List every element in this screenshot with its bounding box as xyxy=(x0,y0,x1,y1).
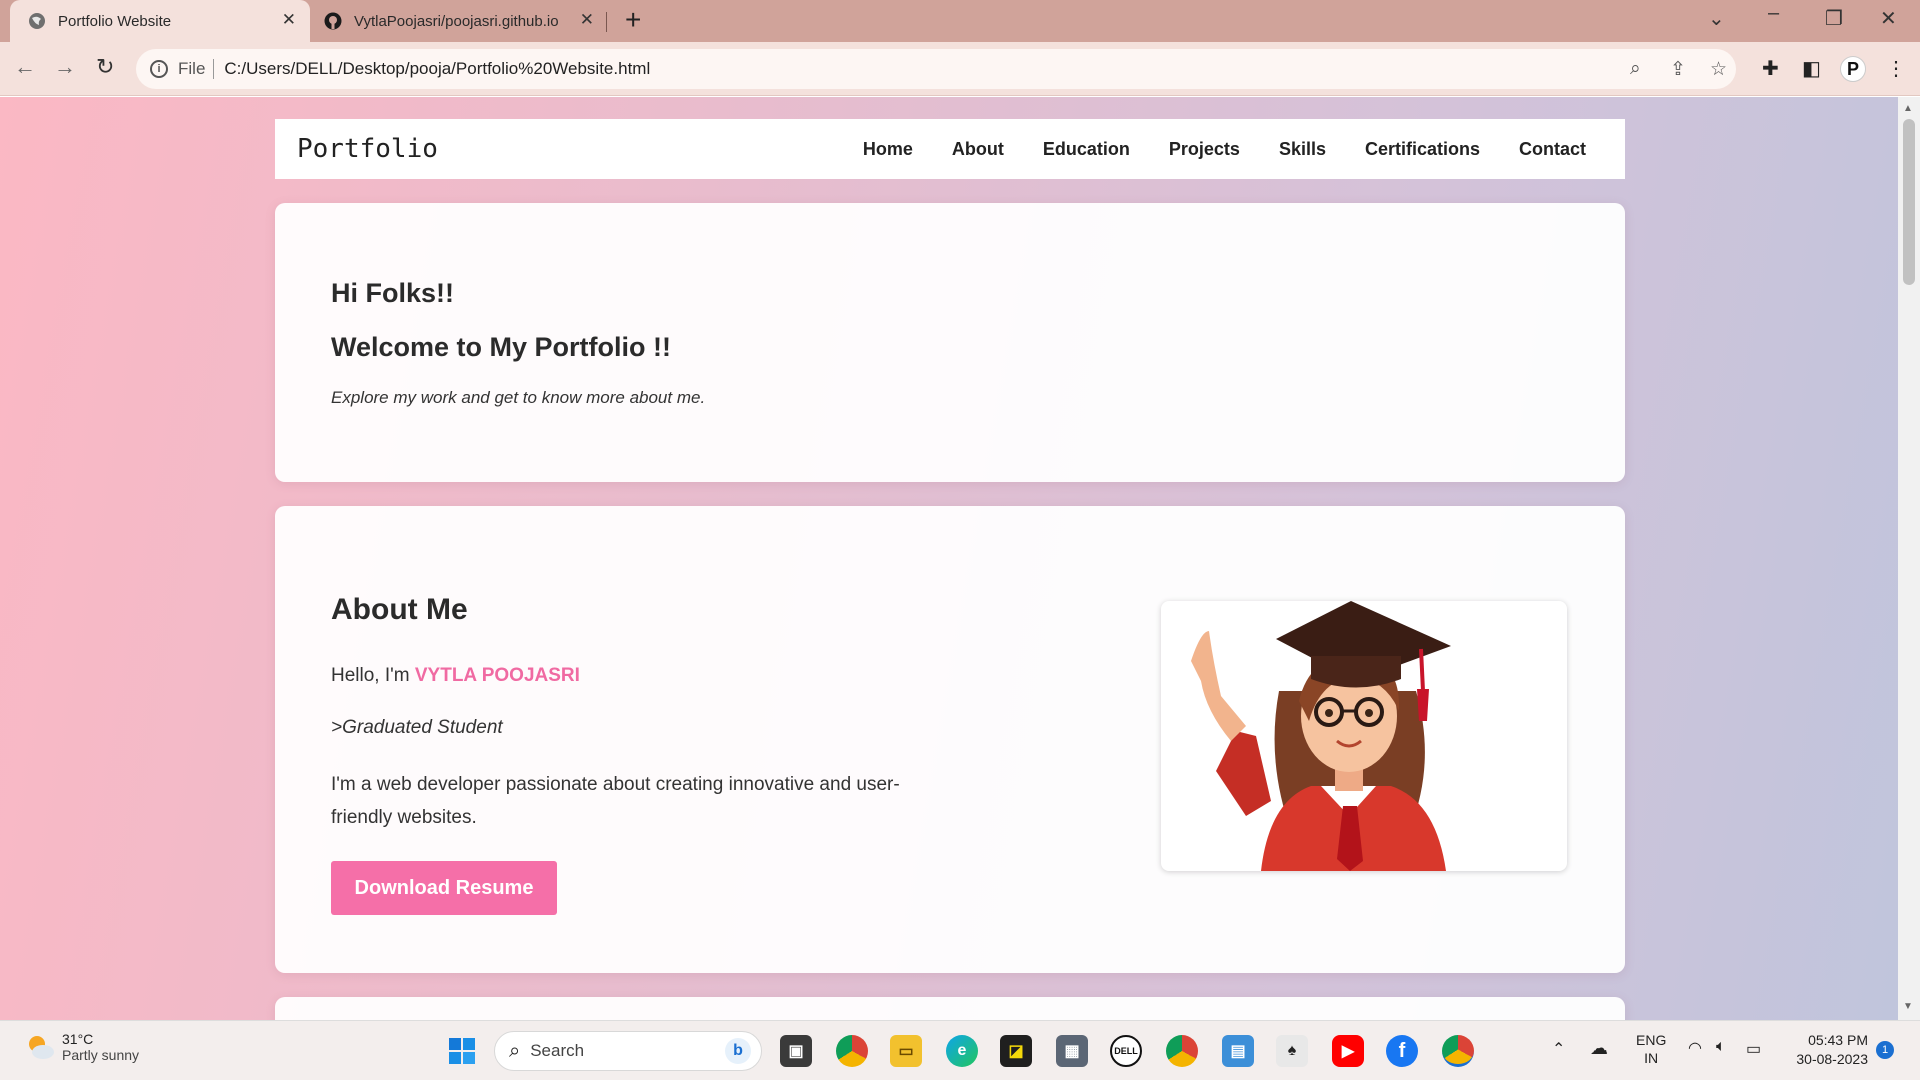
edge-icon[interactable]: e xyxy=(946,1035,978,1067)
clock-time: 05:43 PM xyxy=(1808,1032,1868,1048)
forward-icon[interactable]: → xyxy=(54,54,76,80)
nav-about[interactable]: About xyxy=(952,139,1004,160)
about-role: >Graduated Student xyxy=(331,717,503,738)
clock[interactable]: 05:43 PM 30-08-2023 xyxy=(1788,1031,1868,1069)
tab-github[interactable]: VytlaPoojasri/poojasri.github.io ✕ xyxy=(318,0,608,42)
facebook-icon[interactable]: f xyxy=(1386,1035,1418,1067)
control-panel-icon[interactable]: ▤ xyxy=(1222,1035,1254,1067)
dell-icon[interactable]: DELL xyxy=(1110,1035,1142,1067)
chrome-profile-icon[interactable] xyxy=(836,1035,868,1067)
profile-illustration xyxy=(1161,601,1567,871)
site-header: Portfolio Home About Education Projects … xyxy=(275,119,1625,179)
windows-start-icon[interactable] xyxy=(446,1035,478,1067)
extensions-icon[interactable]: ✚ xyxy=(1762,56,1779,81)
language-indicator[interactable]: ENG IN xyxy=(1636,1031,1666,1067)
battery-icon[interactable]: ▭ xyxy=(1746,1039,1761,1059)
solitaire-icon[interactable]: ♠ xyxy=(1276,1035,1308,1067)
volume-icon[interactable]: 🔈︎ xyxy=(1716,1038,1726,1056)
address-bar[interactable]: i File C:/Users/DELL/Desktop/pooja/Portf… xyxy=(136,49,1736,89)
nav-projects[interactable]: Projects xyxy=(1169,139,1240,160)
scheme-label: File xyxy=(178,59,206,78)
page-scrollbar[interactable]: ▲ ▼ xyxy=(1898,97,1920,1020)
page-viewport: Portfolio Home About Education Projects … xyxy=(0,97,1898,1020)
close-window-icon[interactable]: ✕ xyxy=(1880,6,1897,31)
hero-greeting: Hi Folks!! xyxy=(331,278,455,308)
bing-icon[interactable]: b xyxy=(725,1038,751,1064)
close-tab-icon[interactable]: ✕ xyxy=(282,10,296,30)
hello-prefix: Hello, I'm xyxy=(331,665,415,686)
file-explorer-icon[interactable]: ▭ xyxy=(890,1035,922,1067)
tab-title: Portfolio Website xyxy=(58,12,172,30)
clock-date: 30-08-2023 xyxy=(1796,1051,1868,1067)
reload-icon[interactable]: ↻ xyxy=(96,54,114,80)
taskbar: 31°C Partly sunny ⌕ Search b ▣ ▭ e ◪ ▦ D… xyxy=(0,1020,1920,1080)
back-icon[interactable]: ← xyxy=(14,54,36,80)
scroll-thumb[interactable] xyxy=(1903,119,1915,285)
download-resume-button[interactable]: Download Resume xyxy=(331,861,557,915)
tab-search-chevron-icon[interactable]: ⌄ xyxy=(1708,6,1725,31)
weather-widget[interactable]: 31°C Partly sunny xyxy=(24,1031,139,1063)
zoom-icon[interactable]: ⌕ xyxy=(1630,58,1641,80)
site-nav: Home About Education Projects Skills Cer… xyxy=(824,119,1586,179)
nav-skills[interactable]: Skills xyxy=(1279,139,1326,160)
calculator-icon[interactable]: ▦ xyxy=(1056,1035,1088,1067)
restore-icon[interactable]: ❐ xyxy=(1825,6,1843,31)
scroll-down-arrow-icon[interactable]: ▼ xyxy=(1903,1001,1913,1012)
github-icon xyxy=(324,12,342,30)
hero-tagline: Explore my work and get to know more abo… xyxy=(331,388,706,407)
partly-sunny-icon xyxy=(29,1036,54,1059)
taskbar-search[interactable]: ⌕ Search b xyxy=(494,1031,762,1071)
graduate-avatar-image xyxy=(1191,601,1451,871)
divider xyxy=(213,59,215,79)
about-card: About Me Hello, I'm VYTLA POOJASRI >Grad… xyxy=(275,506,1625,973)
globe-icon xyxy=(28,12,46,30)
about-name: VYTLA POOJASRI xyxy=(414,665,580,686)
info-icon[interactable]: i xyxy=(150,60,168,78)
scroll-up-arrow-icon[interactable]: ▲ xyxy=(1903,103,1913,114)
nav-education[interactable]: Education xyxy=(1043,139,1130,160)
search-icon: ⌕ xyxy=(509,1039,521,1062)
minimize-icon[interactable]: – xyxy=(1768,2,1779,25)
about-heading: About Me xyxy=(331,593,468,626)
bookmark-star-icon[interactable]: ☆ xyxy=(1710,58,1727,81)
weather-temp: 31°C xyxy=(62,1031,94,1047)
hero-welcome: Welcome to My Portfolio !! xyxy=(331,332,672,362)
chrome-active-icon[interactable] xyxy=(1442,1035,1474,1067)
tray-overflow-chevron-icon[interactable]: ⌃ xyxy=(1552,1039,1565,1059)
browser-toolbar: ← → ↻ i File C:/Users/DELL/Desktop/pooja… xyxy=(0,42,1920,96)
nav-home[interactable]: Home xyxy=(863,139,913,160)
tab-separator xyxy=(606,12,607,32)
close-tab-icon[interactable]: ✕ xyxy=(580,10,594,30)
notification-badge[interactable]: 1 xyxy=(1876,1041,1894,1059)
hero-card: Hi Folks!! Welcome to My Portfolio !! Ex… xyxy=(275,203,1625,482)
youtube-icon[interactable]: ▶ xyxy=(1332,1035,1364,1067)
task-view-icon[interactable]: ▣ xyxy=(780,1035,812,1067)
nav-contact[interactable]: Contact xyxy=(1519,139,1586,160)
chrome-icon[interactable] xyxy=(1166,1035,1198,1067)
about-hello: Hello, I'm VYTLA POOJASRI xyxy=(331,665,580,687)
url-text: C:/Users/DELL/Desktop/pooja/Portfolio%20… xyxy=(224,59,651,78)
onedrive-cloud-icon[interactable]: ☁ xyxy=(1590,1038,1608,1059)
weather-condition: Partly sunny xyxy=(62,1047,140,1063)
site-logo: Portfolio xyxy=(297,134,438,164)
menu-kebab-icon[interactable]: ⋮ xyxy=(1886,56,1906,81)
tab-strip: Portfolio Website ✕ VytlaPoojasri/poojas… xyxy=(0,0,1920,42)
nav-certifications[interactable]: Certifications xyxy=(1365,139,1480,160)
tab-portfolio-website[interactable]: Portfolio Website ✕ xyxy=(10,0,310,42)
about-bio: I'm a web developer passionate about cre… xyxy=(331,774,900,828)
language-line1: ENG xyxy=(1636,1032,1667,1048)
tab-title: VytlaPoojasri/poojasri.github.io xyxy=(354,12,559,30)
wifi-icon[interactable]: ◠ xyxy=(1688,1038,1702,1058)
sticky-notes-icon[interactable]: ◪ xyxy=(1000,1035,1032,1067)
profile-avatar[interactable]: P xyxy=(1840,56,1866,82)
share-icon[interactable]: ⇪ xyxy=(1670,58,1686,81)
next-section-card xyxy=(275,997,1625,1020)
language-line2: IN xyxy=(1644,1050,1659,1066)
new-tab-icon[interactable]: + xyxy=(625,6,641,34)
side-panel-icon[interactable]: ◧ xyxy=(1802,56,1821,81)
search-placeholder: Search xyxy=(530,1041,585,1060)
